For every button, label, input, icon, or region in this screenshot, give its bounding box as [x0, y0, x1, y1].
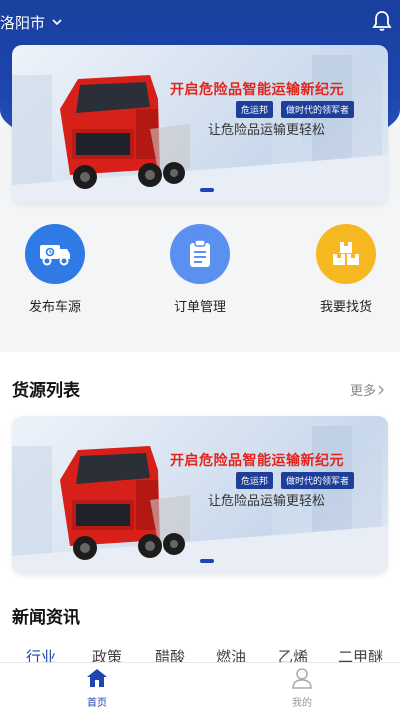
more-label: 更多: [349, 384, 376, 399]
city-name: 洛阳市: [0, 13, 46, 32]
goods-section-title: 货源列表: [12, 381, 80, 401]
banner-headline: 开启危险品智能运输新纪元: [170, 453, 344, 469]
chevron-down-icon: [51, 16, 63, 28]
more-link[interactable]: 更多: [350, 380, 386, 399]
news-tab-dme[interactable]: 二甲醚: [338, 646, 383, 662]
banner-tag: 危运邦: [236, 472, 274, 489]
news-tabs: 行业 政策 醋酸 燃油 乙烯 二甲醚: [0, 646, 400, 662]
publish-vehicle-button[interactable]: 发布车源: [0, 224, 110, 315]
red-truck-image: [60, 446, 190, 560]
news-section-title: 新闻资讯: [12, 608, 80, 628]
nav-profile[interactable]: 我的: [262, 667, 342, 709]
news-tab-ethylene[interactable]: 乙烯: [278, 646, 308, 662]
user-icon: [292, 668, 312, 689]
carousel-indicator[interactable]: [200, 559, 214, 563]
news-tab-industry[interactable]: 行业: [26, 646, 56, 662]
city-selector[interactable]: 洛阳市: [0, 11, 63, 33]
top-bar: 洛阳市: [0, 0, 400, 44]
bottom-navigation: 首页 我的: [0, 662, 400, 712]
banner-tag: 做时代的领军者: [281, 472, 355, 489]
carousel-indicator[interactable]: [200, 188, 214, 192]
quick-action-label: 发布车源: [28, 300, 81, 315]
nav-home[interactable]: 首页: [57, 667, 137, 709]
chevron-right-icon: [378, 385, 384, 394]
quick-action-label: 订单管理: [173, 300, 226, 315]
nav-label: 首页: [87, 698, 107, 709]
truck-icon: [25, 224, 85, 284]
order-management-button[interactable]: 订单管理: [145, 224, 255, 315]
news-tab-fuel[interactable]: 燃油: [216, 646, 246, 662]
bell-icon[interactable]: [372, 10, 392, 32]
banner-tags: 危运邦 做时代的领军者: [236, 472, 355, 489]
find-goods-button[interactable]: 我要找货: [291, 224, 400, 315]
banner-tag: 做时代的领军者: [281, 101, 355, 118]
nav-label: 我的: [292, 698, 312, 709]
quick-actions: 发布车源 订单管理 我要找货: [0, 224, 400, 334]
promo-banner-goods[interactable]: 开启危险品智能运输新纪元 危运邦 做时代的领军者 让危险品运输更轻松: [12, 416, 388, 574]
red-truck-image: [60, 75, 190, 189]
banner-tag: 危运邦: [236, 101, 274, 118]
banner-headline: 开启危险品智能运输新纪元: [170, 82, 344, 98]
quick-action-label: 我要找货: [319, 300, 372, 315]
clipboard-icon: [170, 224, 230, 284]
news-tab-policy[interactable]: 政策: [92, 646, 122, 662]
promo-banner-top[interactable]: 开启危险品智能运输新纪元 危运邦 做时代的领军者 让危险品运输更轻松: [12, 45, 388, 203]
boxes-icon: [316, 224, 376, 284]
banner-subline: 让危险品运输更轻松: [208, 494, 326, 509]
banner-tags: 危运邦 做时代的领军者: [236, 101, 355, 118]
home-icon: [87, 669, 107, 687]
news-tab-acetic-acid[interactable]: 醋酸: [155, 646, 185, 662]
banner-subline: 让危险品运输更轻松: [208, 123, 326, 138]
